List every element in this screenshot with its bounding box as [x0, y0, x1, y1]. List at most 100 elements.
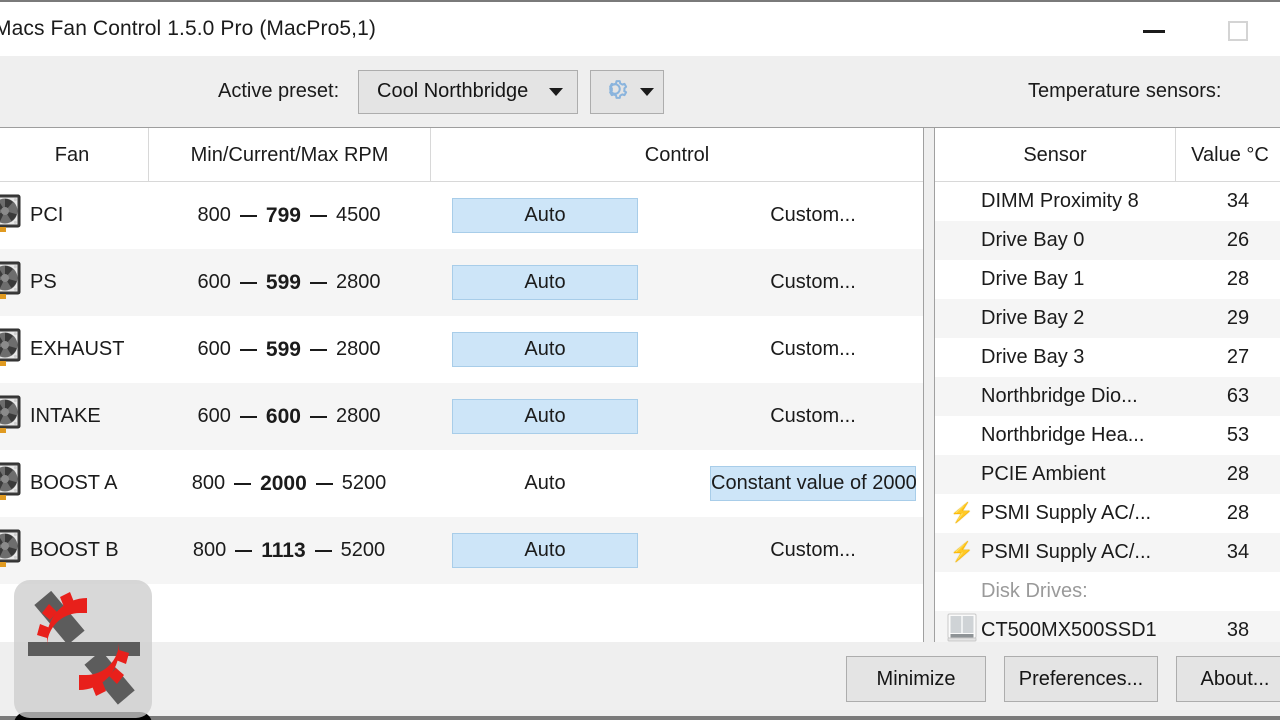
rpm-separator-icon — [309, 214, 327, 217]
fan-row[interactable]: BOOST A 800 2000 5200 Auto Constant value of … — [0, 450, 923, 517]
sensor-column-header-value[interactable]: Value °C — [1175, 128, 1280, 182]
macs-fan-control-window: Macs Fan Control 1.5.0 Pro (MacPro5,1) A… — [0, 0, 1280, 720]
sensor-row[interactable]: ⚡ PSMI Supply AC/... 34 — [935, 533, 1280, 572]
active-preset-dropdown[interactable]: Cool Northbridge — [358, 69, 578, 114]
fan-rpm-min: 600 — [197, 271, 231, 293]
minimize-button[interactable]: Minimize — [846, 656, 986, 702]
fan-rpm-cell: 800 799 4500 — [148, 204, 430, 228]
preset-settings-dropdown-button[interactable] — [590, 69, 664, 114]
fan-control-auto-option[interactable]: Auto — [452, 332, 638, 367]
disk-drive-icon — [946, 613, 978, 643]
fan-row[interactable]: PS 600 599 2800 Auto Custom... — [0, 249, 923, 316]
rpm-separator-icon — [239, 415, 257, 418]
fan-name: BOOST B — [30, 539, 119, 561]
fan-name: BOOST A — [30, 472, 118, 494]
fan-control-auto-option[interactable]: Auto — [452, 399, 638, 434]
fan-control-auto-option[interactable]: Auto — [452, 466, 638, 501]
fan-control-custom-option[interactable]: Custom... — [710, 198, 916, 233]
fan-rpm-max: 5200 — [341, 472, 387, 494]
fan-control-auto-option[interactable]: Auto — [452, 198, 638, 233]
fan-rpm-cell: 600 599 2800 — [148, 338, 430, 362]
minimize-window-button[interactable] — [1112, 4, 1196, 58]
fan-rpm-current: 2000 — [260, 471, 307, 495]
sensor-value: 34 — [1226, 190, 1250, 212]
sensor-value: 27 — [1226, 346, 1250, 368]
fan-control-cell: Auto Custom... — [430, 316, 923, 383]
fan-control-custom-option[interactable]: Custom... — [710, 265, 916, 300]
active-preset-label: Active preset: — [218, 80, 340, 102]
sensor-row[interactable]: Drive Bay 0 26 — [935, 221, 1280, 260]
fan-rpm-current: 599 — [265, 270, 301, 294]
fan-name-cell: INTAKE — [0, 383, 148, 450]
fan-name-cell: PCI — [0, 182, 148, 249]
fan-row[interactable]: PCI 800 799 4500 Auto Custom... — [0, 182, 923, 249]
fan-list-panel: Fan Min/Current/Max RPM Control PCI 800 79… — [0, 128, 924, 644]
toolbar: Active preset: Cool Northbridge Temperat… — [0, 56, 1280, 128]
fan-control-custom-option[interactable]: Custom... — [710, 533, 916, 568]
sensor-row[interactable]: Drive Bay 1 28 — [935, 260, 1280, 299]
sensor-value: 53 — [1226, 424, 1250, 446]
maximize-window-button[interactable] — [1196, 4, 1280, 58]
fan-rpm-max: 2800 — [335, 338, 381, 360]
fan-control-auto-option[interactable]: Auto — [452, 533, 638, 568]
fan-control-custom-option[interactable]: Constant value of 2000 — [710, 466, 917, 501]
sensor-icon-cell — [943, 613, 981, 643]
fan-control-auto-option[interactable]: Auto — [452, 265, 638, 300]
fan-column-header-rpm[interactable]: Min/Current/Max RPM — [148, 128, 430, 182]
fan-rpm-max: 5200 — [340, 539, 386, 561]
sensor-value: 28 — [1226, 268, 1250, 290]
sensor-row[interactable]: DIMM Proximity 8 34 — [935, 182, 1280, 221]
fan-row[interactable]: EXHAUST 600 599 2800 Auto Custom... — [0, 316, 923, 383]
sensor-name: Northbridge Hea... — [981, 424, 1145, 446]
sensor-row[interactable]: Disk Drives: — [935, 572, 1280, 611]
fan-name: INTAKE — [30, 405, 101, 427]
fan-control-custom-option[interactable]: Custom... — [710, 332, 916, 367]
rpm-separator-icon — [309, 348, 327, 351]
rpm-separator-icon — [235, 549, 253, 552]
fan-control-cell: Auto Custom... — [430, 383, 923, 450]
sensor-row[interactable]: Drive Bay 2 29 — [935, 299, 1280, 338]
sensor-row[interactable]: CT500MX500SSD1 38 — [935, 611, 1280, 643]
fan-row[interactable]: BOOST B 800 1113 5200 Auto Custom... — [0, 517, 923, 584]
sensor-row[interactable]: Northbridge Hea... 53 — [935, 416, 1280, 455]
sensor-value: 38 — [1226, 619, 1250, 641]
fan-control-cell: Auto Custom... — [430, 249, 923, 316]
window-controls — [1112, 4, 1280, 58]
about-button[interactable]: About... — [1176, 656, 1280, 702]
chevron-down-icon — [549, 87, 563, 96]
fan-control-custom-option[interactable]: Custom... — [710, 399, 916, 434]
fan-row[interactable]: INTAKE 600 600 2800 Auto Custom... — [0, 383, 923, 450]
fan-rpm-cell: 600 600 2800 — [148, 405, 430, 429]
preferences-button[interactable]: Preferences... — [1004, 656, 1158, 702]
sensor-row[interactable]: ⚡ PSMI Supply AC/... 28 — [935, 494, 1280, 533]
title-bar: Macs Fan Control 1.5.0 Pro (MacPro5,1) — [0, 0, 1280, 56]
window-title: Macs Fan Control 1.5.0 Pro (MacPro5,1) — [0, 17, 376, 40]
fan-column-header-control[interactable]: Control — [430, 128, 923, 182]
sensor-row[interactable]: Drive Bay 3 27 — [935, 338, 1280, 377]
rpm-separator-icon — [314, 549, 332, 552]
rpm-separator-icon — [309, 415, 327, 418]
sensor-row[interactable]: PCIE Ambient 28 — [935, 455, 1280, 494]
bolt-icon: ⚡ — [950, 503, 974, 524]
fan-icon — [0, 528, 22, 573]
fan-rpm-cell: 800 1113 5200 — [148, 539, 430, 563]
fan-name: PCI — [30, 204, 64, 226]
fan-control-cell: Auto Custom... — [430, 182, 923, 249]
fan-rpm-max: 2800 — [335, 405, 381, 427]
gear-icon — [600, 74, 630, 109]
sensor-column-header-sensor[interactable]: Sensor — [935, 128, 1175, 182]
sensor-value: 28 — [1226, 463, 1250, 485]
fan-rpm-current: 600 — [265, 404, 301, 428]
sensor-name: Drive Bay 0 — [981, 229, 1085, 251]
fan-table-header: Fan Min/Current/Max RPM Control — [0, 128, 923, 182]
sensor-table-body: DIMM Proximity 8 34 Drive Bay 0 26 Drive Bay… — [935, 182, 1280, 643]
fan-column-header-fan[interactable]: Fan — [0, 128, 148, 182]
rpm-separator-icon — [239, 281, 257, 284]
fan-icon — [0, 461, 22, 506]
sensor-value: 34 — [1226, 541, 1250, 563]
fan-control-cell: Auto Custom... — [430, 517, 923, 584]
sensor-name: DIMM Proximity 8 — [981, 190, 1139, 212]
sensor-row[interactable]: Northbridge Dio... 63 — [935, 377, 1280, 416]
sensor-name: PSMI Supply AC/... — [981, 502, 1152, 524]
fan-icon — [0, 260, 22, 305]
